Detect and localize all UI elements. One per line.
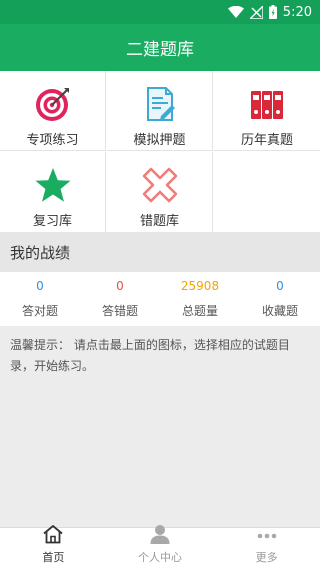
grid-item-mock-exam[interactable]: 模拟押题 [107, 71, 213, 151]
grid-item-wrong-questions[interactable]: 错题库 [107, 152, 213, 232]
document-edit-icon [141, 85, 179, 123]
grid-item-review[interactable]: 复习库 [0, 152, 106, 232]
grid-item-special-practice[interactable]: 专项练习 [0, 71, 106, 151]
grid-item-label: 错题库 [139, 214, 179, 229]
person-icon [149, 524, 171, 548]
wifi-icon [227, 6, 244, 18]
no-signal-icon [249, 5, 263, 19]
stats-row: 0 答对题 0 答错题 25908 总题量 0 收藏题 [0, 272, 320, 326]
section-title: 我的战绩 [0, 232, 320, 272]
status-bar: 5:20 [0, 0, 320, 24]
page-title: 二建题库 [126, 40, 194, 60]
nav-label: 更多 [255, 551, 278, 564]
stat-value: 0 [276, 279, 284, 293]
stat-value: 25908 [180, 279, 220, 293]
binders-icon [248, 85, 286, 123]
grid-item-past-exams[interactable]: 历年真题 [214, 71, 320, 151]
target-icon [34, 85, 72, 123]
grid-item-label: 专项练习 [26, 133, 79, 148]
nav-item-more[interactable]: 更多 [213, 528, 320, 568]
nav-label: 个人中心 [138, 551, 182, 564]
feature-grid: 专项练习 模拟押题 历年真题 复习库 错题库 [0, 71, 320, 232]
tip-text: 温馨提示： 请点击最上面的图标，选择相应的试题目录，开始练习。 [0, 327, 320, 527]
stat-value: 0 [36, 279, 44, 293]
app-header: 二建题库 [0, 24, 320, 71]
nav-item-profile[interactable]: 个人中心 [107, 525, 214, 568]
nav-label: 首页 [42, 551, 65, 564]
stat-favorites[interactable]: 0 收藏题 [240, 272, 320, 326]
stat-total[interactable]: 25908 总题量 [160, 272, 240, 326]
home-icon [42, 524, 64, 548]
stat-correct[interactable]: 0 答对题 [0, 272, 80, 326]
star-icon [34, 166, 72, 204]
more-icon [256, 524, 278, 548]
status-time: 5:20 [282, 4, 312, 20]
grid-item-label: 模拟押题 [133, 133, 186, 148]
bottom-nav: 首页 个人中心 更多 [0, 525, 320, 568]
stat-label: 收藏题 [261, 304, 298, 318]
grid-item-label: 复习库 [32, 214, 72, 229]
battery-icon [268, 5, 277, 19]
nav-item-home[interactable]: 首页 [0, 525, 107, 568]
grid-empty-cell [214, 152, 320, 232]
stat-wrong[interactable]: 0 答错题 [80, 272, 160, 326]
cross-icon [141, 166, 179, 204]
stat-value: 0 [116, 279, 124, 293]
stat-label: 总题量 [181, 304, 218, 318]
stat-label: 答对题 [21, 304, 58, 318]
grid-item-label: 历年真题 [240, 133, 293, 148]
stat-label: 答错题 [101, 304, 138, 318]
